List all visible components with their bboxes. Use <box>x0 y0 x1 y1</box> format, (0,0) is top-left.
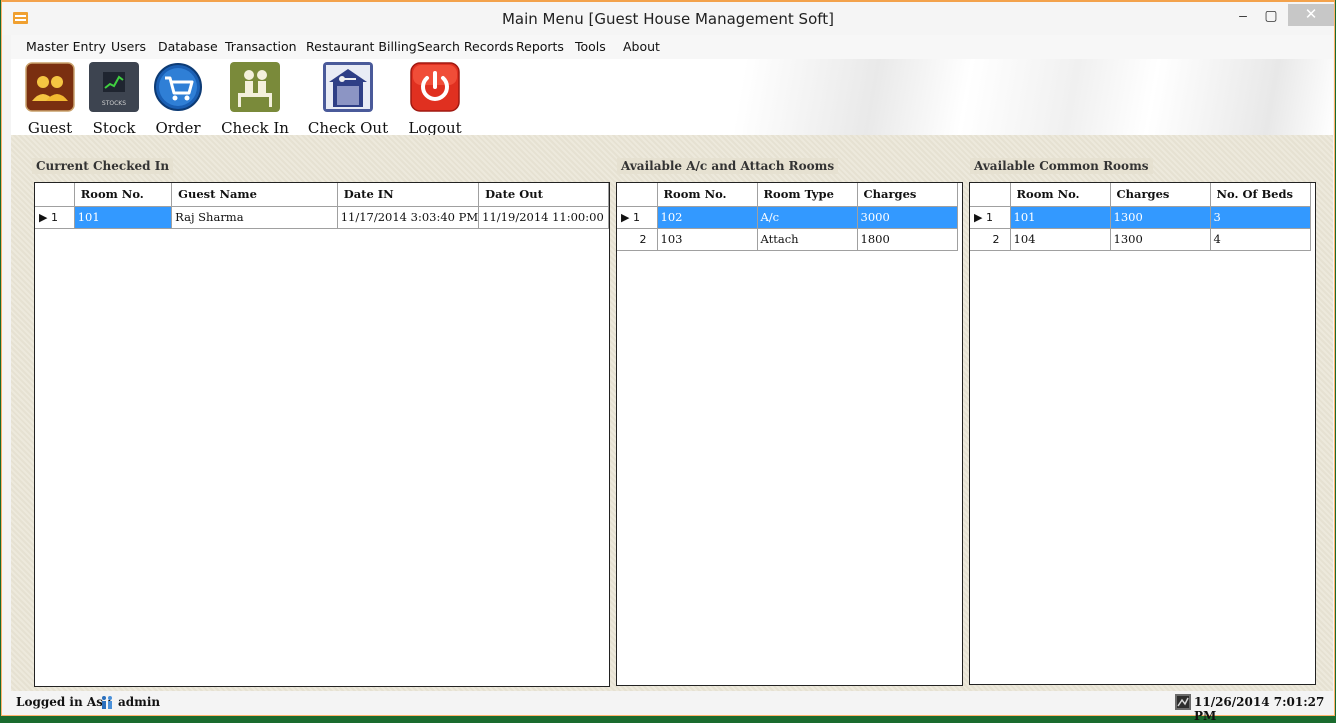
menu-restaurant-billing[interactable]: Restaurant Billing <box>306 39 417 54</box>
room-no-cell[interactable]: 101 <box>1010 206 1111 229</box>
table-row[interactable]: 2 103 Attach 1800 <box>617 228 958 251</box>
common-rooms-label: Available Common Rooms <box>970 158 1153 174</box>
column-header[interactable]: Date Out <box>478 183 609 207</box>
menu-search-records[interactable]: Search Records <box>417 39 514 54</box>
username: admin <box>118 695 161 709</box>
order-button[interactable]: Order <box>151 62 205 137</box>
row-header[interactable]: ▶ 1 <box>617 206 658 229</box>
row-header-corner <box>617 183 658 207</box>
status-bar: Logged in As : admin 11/26/2014 7:01:27 … <box>11 691 1333 723</box>
charges-cell[interactable]: 1800 <box>857 228 958 251</box>
room-no-cell[interactable]: 101 <box>74 206 173 229</box>
column-header[interactable]: No. Of Beds <box>1210 183 1311 207</box>
menu-transaction[interactable]: Transaction <box>225 39 297 54</box>
room-type-cell[interactable]: A/c <box>757 206 858 229</box>
column-header[interactable]: Room No. <box>74 183 173 207</box>
row-number: 1 <box>985 210 993 224</box>
checked-in-grid[interactable]: Room No. Guest Name Date IN Date Out ▶ 1… <box>34 182 610 687</box>
row-number: 2 <box>992 232 1000 246</box>
maximize-button[interactable]: ▢ <box>1258 4 1284 26</box>
row-header-corner <box>35 183 75 207</box>
column-header[interactable]: Room No. <box>1010 183 1111 207</box>
check-out-icon <box>323 62 373 112</box>
guest-name-cell[interactable]: Raj Sharma <box>171 206 338 229</box>
charges-cell[interactable]: 1300 <box>1110 228 1211 251</box>
menu-about[interactable]: About <box>623 39 660 54</box>
column-header[interactable]: Charges <box>1110 183 1211 207</box>
room-no-cell[interactable]: 103 <box>657 228 758 251</box>
common-rooms-table: Room No. Charges No. Of Beds ▶ 1 101 130… <box>970 183 1311 251</box>
beds-cell[interactable]: 3 <box>1210 206 1311 229</box>
date-out-cell[interactable]: 11/19/2014 11:00:00 <box>478 206 609 229</box>
menu-database[interactable]: Database <box>158 39 218 54</box>
current-row-marker: ▶ <box>39 210 48 224</box>
title-bar[interactable]: Main Menu [Guest House Management Soft] … <box>2 2 1334 35</box>
column-header[interactable]: Room Type <box>757 183 858 207</box>
row-number: 1 <box>632 210 640 224</box>
row-number: 1 <box>50 210 58 224</box>
row-number: 2 <box>639 232 647 246</box>
menu-tools[interactable]: Tools <box>575 39 606 54</box>
common-rooms-header-row: Room No. Charges No. Of Beds <box>970 183 1311 207</box>
column-header[interactable]: Charges <box>857 183 958 207</box>
main-content: Current Checked In Room No. Guest Name D… <box>11 135 1333 691</box>
table-row[interactable]: ▶ 1 102 A/c 3000 <box>617 206 958 229</box>
logout-button[interactable]: Logout <box>405 62 465 137</box>
main-window: Main Menu [Guest House Management Soft] … <box>1 0 1335 723</box>
shopping-cart-icon <box>154 63 202 111</box>
row-header[interactable]: 2 <box>970 228 1011 251</box>
guest-button[interactable]: Guest <box>24 62 76 137</box>
users-icon <box>102 696 112 709</box>
column-header[interactable]: Guest Name <box>171 183 338 207</box>
current-row-marker: ▶ <box>621 210 630 224</box>
clock-image-icon <box>1175 694 1191 710</box>
ac-rooms-header-row: Room No. Room Type Charges <box>617 183 958 207</box>
room-type-cell[interactable]: Attach <box>757 228 858 251</box>
row-header[interactable]: ▶ 1 <box>35 206 75 229</box>
checked-in-header-row: Room No. Guest Name Date IN Date Out <box>35 183 609 207</box>
check-out-button[interactable]: Check Out <box>306 62 390 137</box>
toolbar: Guest STOCKS Stock Order Check In Check … <box>11 59 1333 137</box>
charges-cell[interactable]: 3000 <box>857 206 958 229</box>
table-row[interactable]: 2 104 1300 4 <box>970 228 1311 251</box>
room-no-cell[interactable]: 102 <box>657 206 758 229</box>
current-row-marker: ▶ <box>974 210 983 224</box>
charges-cell[interactable]: 1300 <box>1110 206 1211 229</box>
stock-button[interactable]: STOCKS Stock <box>88 62 140 137</box>
stock-chart-icon: STOCKS <box>89 62 139 112</box>
ac-rooms-label: Available A/c and Attach Rooms <box>617 158 839 174</box>
checked-in-label: Current Checked In <box>32 158 174 174</box>
menu-users[interactable]: Users <box>111 39 146 54</box>
power-icon <box>410 62 460 112</box>
window-title: Main Menu [Guest House Management Soft] <box>501 10 834 28</box>
room-no-cell[interactable]: 104 <box>1010 228 1111 251</box>
stock-icon-caption: STOCKS <box>102 100 126 107</box>
common-rooms-grid[interactable]: Room No. Charges No. Of Beds ▶ 1 101 130… <box>969 182 1316 685</box>
ac-rooms-table: Room No. Room Type Charges ▶ 1 102 A/c 3… <box>617 183 958 251</box>
menu-master-entry[interactable]: Master Entry <box>26 39 106 54</box>
checked-in-table: Room No. Guest Name Date IN Date Out ▶ 1… <box>35 183 609 229</box>
ac-rooms-grid[interactable]: Room No. Room Type Charges ▶ 1 102 A/c 3… <box>616 182 963 686</box>
row-header-corner <box>970 183 1011 207</box>
close-button[interactable]: ✕ <box>1288 4 1334 26</box>
guest-icon <box>25 62 75 112</box>
check-in-icon <box>230 62 280 112</box>
check-in-button[interactable]: Check In <box>218 62 292 137</box>
row-header[interactable]: ▶ 1 <box>970 206 1011 229</box>
column-header[interactable]: Room No. <box>657 183 758 207</box>
column-header[interactable]: Date IN <box>337 183 480 207</box>
beds-cell[interactable]: 4 <box>1210 228 1311 251</box>
table-row[interactable]: ▶ 1 101 1300 3 <box>970 206 1311 229</box>
menu-bar: Master Entry Users Database Transaction … <box>11 35 1333 60</box>
row-header[interactable]: 2 <box>617 228 658 251</box>
table-row[interactable]: ▶ 1 101 Raj Sharma 11/17/2014 3:03:40 PM… <box>35 206 609 229</box>
logged-in-label: Logged in As : <box>16 695 112 709</box>
status-datetime: 11/26/2014 7:01:27 PM <box>1194 695 1325 723</box>
date-in-cell[interactable]: 11/17/2014 3:03:40 PM <box>337 206 480 229</box>
menu-reports[interactable]: Reports <box>516 39 564 54</box>
minimize-button[interactable]: ‒ <box>1230 4 1256 26</box>
